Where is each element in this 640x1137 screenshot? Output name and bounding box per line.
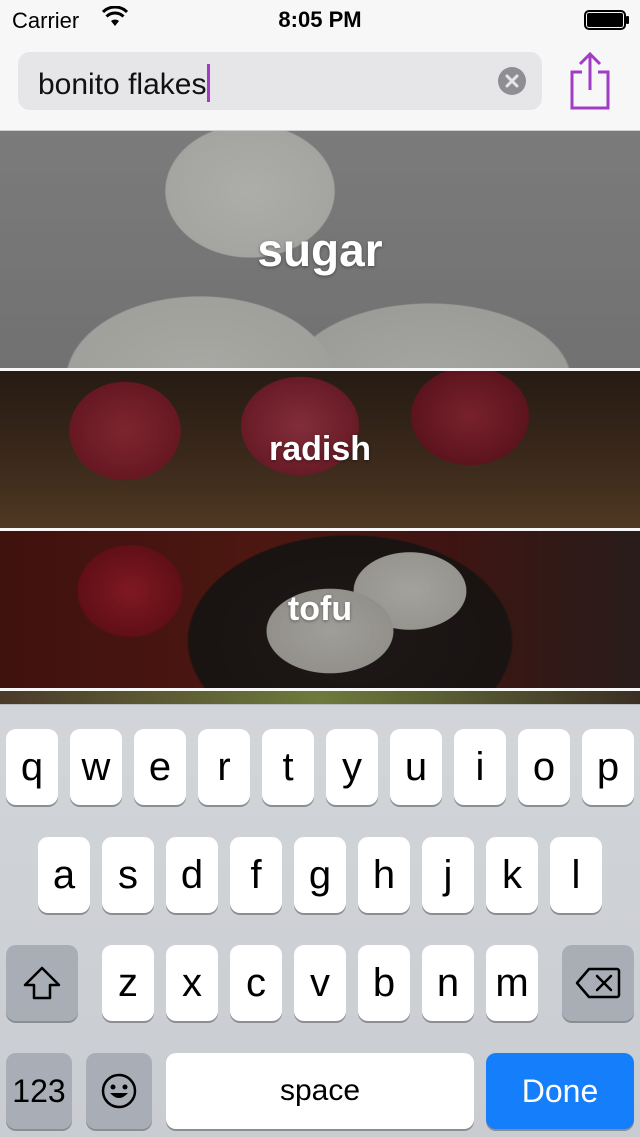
key-i[interactable]: i	[454, 729, 506, 805]
ingredient-label: tofu	[287, 590, 353, 628]
key-n[interactable]: n	[422, 945, 474, 1021]
share-icon[interactable]	[566, 50, 614, 112]
space-key-label: space	[279, 1074, 361, 1107]
key-g[interactable]: g	[294, 837, 346, 913]
key-label: p	[596, 744, 620, 789]
key-label: k	[502, 852, 522, 897]
key-label: n	[436, 960, 460, 1005]
key-label: m	[495, 960, 529, 1005]
emoji-key[interactable]	[86, 1053, 152, 1129]
key-label: l	[571, 852, 581, 897]
emoji-face-icon	[101, 1073, 137, 1109]
key-l[interactable]: l	[550, 837, 602, 913]
key-label: b	[372, 960, 396, 1005]
key-t[interactable]: t	[262, 729, 314, 805]
delete-key[interactable]	[562, 945, 634, 1021]
key-label: f	[250, 852, 262, 897]
key-label: i	[475, 744, 485, 789]
key-v[interactable]: v	[294, 945, 346, 1021]
key-e[interactable]: e	[134, 729, 186, 805]
backspace-icon	[575, 967, 621, 999]
key-k[interactable]: k	[486, 837, 538, 913]
key-b[interactable]: b	[358, 945, 410, 1021]
key-label: t	[282, 744, 294, 789]
done-key-label: Done	[521, 1072, 599, 1109]
shift-arrow-icon	[23, 966, 61, 1000]
key-label: e	[148, 744, 172, 789]
key-label: r	[217, 744, 231, 789]
key-label: j	[443, 852, 453, 897]
key-d[interactable]: d	[166, 837, 218, 913]
key-x[interactable]: x	[166, 945, 218, 1021]
key-label: y	[342, 744, 362, 789]
key-f[interactable]: f	[230, 837, 282, 913]
key-z[interactable]: z	[102, 945, 154, 1021]
key-a[interactable]: a	[38, 837, 90, 913]
ingredient-row-radish[interactable]: radish	[0, 371, 640, 528]
battery-icon	[584, 10, 629, 30]
key-r[interactable]: r	[198, 729, 250, 805]
search-field[interactable]: bonito flakes	[18, 52, 542, 110]
clear-x-circle-icon[interactable]	[498, 67, 526, 95]
key-u[interactable]: u	[390, 729, 442, 805]
key-c[interactable]: c	[230, 945, 282, 1021]
key-label: u	[404, 744, 428, 789]
text-cursor	[207, 64, 211, 102]
space-key[interactable]: space	[166, 1053, 474, 1129]
key-label: x	[182, 960, 202, 1005]
key-label: q	[20, 744, 44, 789]
key-p[interactable]: p	[582, 729, 634, 805]
status-bar: Carrier 8:05 PM	[0, 0, 640, 40]
ingredient-row-sugar[interactable]: sugar	[0, 131, 640, 368]
key-h[interactable]: h	[358, 837, 410, 913]
keyboard: qwer t yu i op asd f gh j k l zxcvbnm 123 space D…	[0, 704, 640, 1137]
key-j[interactable]: j	[422, 837, 474, 913]
key-label: c	[246, 960, 266, 1005]
numbers-key[interactable]: 123	[6, 1053, 72, 1129]
key-label: a	[52, 852, 76, 897]
key-label: w	[81, 744, 111, 789]
key-o[interactable]: o	[518, 729, 570, 805]
search-header: bonito flakes	[0, 40, 640, 131]
key-label: o	[532, 744, 556, 789]
search-input[interactable]: bonito flakes	[38, 64, 211, 102]
key-label: g	[308, 852, 332, 897]
key-m[interactable]: m	[486, 945, 538, 1021]
ingredient-row-tofu[interactable]: tofu	[0, 531, 640, 688]
key-s[interactable]: s	[102, 837, 154, 913]
key-q[interactable]: q	[6, 729, 58, 805]
done-key[interactable]: Done	[486, 1053, 634, 1129]
numbers-key-label: 123	[12, 1072, 66, 1109]
shift-key[interactable]	[6, 945, 78, 1021]
key-w[interactable]: w	[70, 729, 122, 805]
key-label: v	[310, 960, 330, 1005]
ingredient-label: radish	[268, 430, 372, 468]
key-label: s	[118, 852, 138, 897]
key-label: d	[180, 852, 204, 897]
key-y[interactable]: y	[326, 729, 378, 805]
key-label: h	[372, 852, 396, 897]
key-label: z	[118, 960, 138, 1005]
ingredient-label: sugar	[257, 223, 383, 276]
search-input-value: bonito flakes	[38, 68, 207, 101]
status-time: 8:05 PM	[278, 7, 362, 32]
